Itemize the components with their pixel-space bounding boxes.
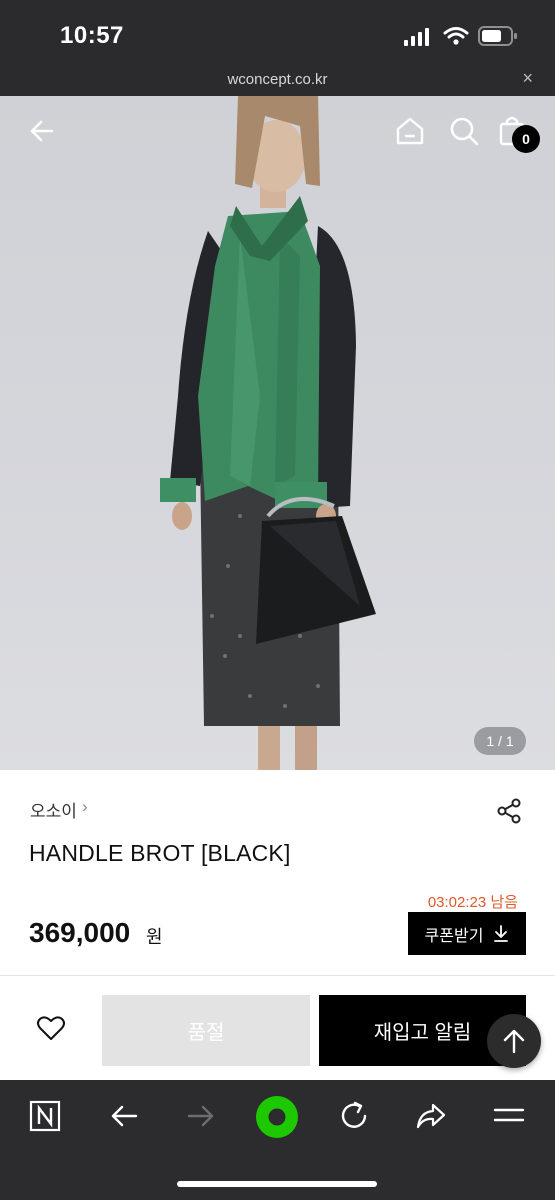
product-title: HANDLE BROT [BLACK] <box>29 840 291 866</box>
arrow-left-icon[interactable] <box>26 114 60 148</box>
status-bar: 10:57 <box>0 0 555 65</box>
wifi-icon <box>443 27 469 45</box>
url-text[interactable]: wconcept.co.kr <box>0 71 555 88</box>
browser-back-icon[interactable] <box>106 1098 142 1134</box>
share-arrow-icon[interactable] <box>413 1098 449 1134</box>
coupon-download-button[interactable]: 쿠폰받기 <box>408 912 526 955</box>
chevron-right-icon[interactable]: › <box>82 797 88 817</box>
naver-green-dot-icon[interactable] <box>255 1095 299 1139</box>
close-icon[interactable]: × <box>522 68 533 89</box>
url-bar[interactable]: wconcept.co.kr × <box>0 65 555 96</box>
heart-icon[interactable] <box>36 1014 66 1042</box>
divider <box>0 975 555 976</box>
search-icon[interactable] <box>447 114 481 148</box>
countdown-timer: 03:02:23 남음 <box>427 894 518 911</box>
soldout-button[interactable]: 품절 <box>102 995 310 1066</box>
menu-icon[interactable] <box>491 1098 527 1134</box>
brand-name[interactable]: 오소이 <box>30 797 77 822</box>
naver-icon[interactable] <box>27 1098 63 1134</box>
cart-count-badge[interactable]: 0 <box>512 125 540 153</box>
battery-icon <box>478 26 517 46</box>
browser-forward-icon[interactable] <box>183 1098 219 1134</box>
share-icon[interactable] <box>496 797 524 825</box>
scroll-top-button[interactable] <box>487 1014 541 1068</box>
price-unit: 원 <box>146 927 163 947</box>
coupon-label: 쿠폰받기 <box>424 927 484 945</box>
product-image[interactable]: 1 / 1 <box>0 96 555 770</box>
product-price: 369,000 <box>29 917 131 948</box>
status-time: 10:57 <box>60 22 124 49</box>
product-photo <box>160 96 376 770</box>
refresh-icon[interactable] <box>336 1098 372 1134</box>
arrow-up-icon <box>503 1029 525 1054</box>
home-icon[interactable] <box>393 114 427 148</box>
image-counter: 1 / 1 <box>474 727 526 755</box>
download-icon <box>494 924 509 942</box>
home-indicator <box>177 1181 377 1187</box>
signal-icon <box>404 28 429 46</box>
